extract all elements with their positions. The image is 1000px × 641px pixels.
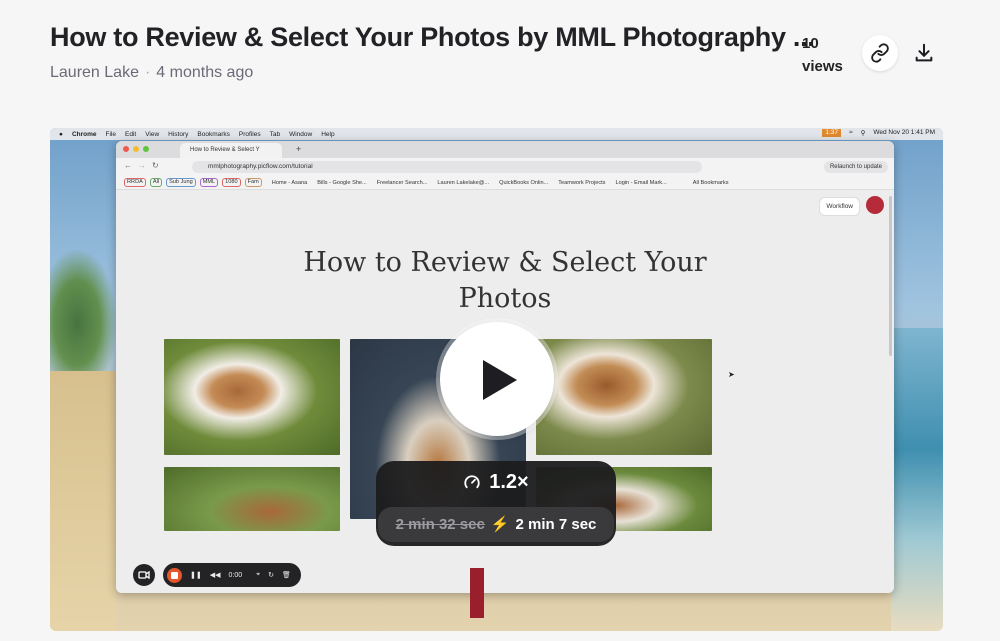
- menubar-item: Chrome: [71, 130, 97, 138]
- battery-indicator: 1:37: [822, 129, 841, 137]
- new-duration: 2 min 7 sec: [515, 516, 597, 533]
- avatar: [866, 196, 884, 214]
- stop-record-icon: [167, 567, 182, 583]
- views-number: 10: [802, 35, 819, 52]
- bookmark-item: Login - Email Mark...: [615, 179, 667, 186]
- menubar-item: History: [168, 130, 189, 138]
- address-bar: mmlphotography.picflow.com/tutorial: [192, 161, 702, 173]
- speed-rate: 1.2×: [489, 471, 529, 493]
- download-button[interactable]: [906, 35, 942, 71]
- reload-icon: ↻: [152, 161, 159, 170]
- pause-icon: ❚❚: [190, 572, 202, 579]
- mac-menubar: ● Chrome File Edit View History Bookmark…: [50, 128, 943, 140]
- browser-toolbar: ← → ↻ mmlphotography.picflow.com/tutoria…: [116, 158, 894, 176]
- bookmark-chip: 1080: [222, 178, 241, 187]
- camera-toggle-button: [133, 564, 155, 586]
- wifi-icon: ≈: [848, 129, 853, 136]
- download-icon: [915, 43, 933, 62]
- camera-icon: [138, 570, 150, 580]
- mouse-cursor-icon: ➤: [728, 370, 735, 379]
- posted-time: 4 months ago: [156, 64, 254, 81]
- bookmark-item: Freelancer Search...: [376, 179, 428, 186]
- page-scrollbar: [889, 196, 892, 356]
- menubar-item: File: [105, 130, 116, 138]
- video-title: How to Review & Select Your Photos by MM…: [50, 22, 815, 52]
- minimize-dot: [133, 146, 139, 152]
- time-saved: 2 min 32 sec ⚡ 2 min 7 sec: [378, 507, 614, 542]
- author-name[interactable]: Lauren Lake: [50, 64, 139, 81]
- recorder-controls: ❚❚ ◀◀ 0:00 ⌖ ↻ 🗑: [163, 563, 301, 587]
- dog-photo: [536, 339, 712, 455]
- close-dot: [123, 146, 129, 152]
- bookmark-item: QuickBooks Onlin...: [499, 179, 549, 186]
- forward-arrow-icon: →: [138, 161, 146, 170]
- recorder-time: 0:00: [228, 571, 243, 579]
- bookmark-item: Teamwork Projects: [558, 179, 606, 186]
- bolt-icon: ⚡: [490, 516, 510, 533]
- bookmark-item: Bills - Google She...: [317, 179, 367, 186]
- page-heading: How to Review & Select Your Photos: [303, 247, 707, 314]
- apple-icon: ●: [59, 130, 63, 138]
- bookmark-chip: Sub Jung: [166, 178, 196, 187]
- speedometer-icon: [464, 475, 480, 489]
- menubar-item: View: [145, 130, 160, 138]
- bookmark-item: Home - Asana: [271, 179, 308, 186]
- menubar-item: Profiles: [238, 130, 261, 138]
- maximize-dot: [143, 146, 149, 152]
- original-duration: 2 min 32 sec: [395, 516, 485, 533]
- back-arrow-icon: ←: [124, 161, 132, 170]
- view-count: 10 views: [802, 32, 843, 78]
- playback-speed-card[interactable]: 1.2× 2 min 32 sec ⚡ 2 min 7 sec: [376, 461, 616, 546]
- dog-photo: [164, 467, 340, 531]
- workflow-button: Workflow: [819, 197, 860, 216]
- meta-separator: ·: [144, 64, 151, 81]
- restart-icon: ↻: [268, 572, 274, 579]
- bookmark-chip: All: [149, 178, 163, 187]
- bookmark-item: Lauren Lakelake@...: [437, 179, 490, 186]
- copy-link-button[interactable]: [862, 35, 898, 71]
- link-icon: [871, 43, 889, 63]
- browser-tabbar: How to Review & Select Y +: [116, 141, 894, 158]
- play-icon: [483, 360, 517, 400]
- menubar-item: Tab: [269, 130, 281, 138]
- relaunch-button: Relaunch to update: [823, 161, 888, 173]
- red-tie-detail: [470, 568, 484, 618]
- bookmark-chip: RRDA: [124, 178, 146, 187]
- video-player[interactable]: ● Chrome File Edit View History Bookmark…: [50, 128, 943, 631]
- bookmark-chip: Fam: [244, 178, 262, 187]
- speed-row: 1.2×: [376, 471, 616, 494]
- menubar-item: Bookmarks: [197, 130, 230, 138]
- bookmarks-bar: RRDA All Sub Jung MML 1080 Fam Home - As…: [116, 176, 894, 190]
- new-tab-icon: +: [296, 144, 302, 154]
- trash-icon: 🗑: [281, 572, 291, 579]
- video-meta: Lauren Lake · 4 months ago: [50, 64, 253, 82]
- search-icon: ⚲: [860, 130, 866, 137]
- menubar-item: Help: [321, 130, 335, 138]
- views-label: views: [802, 58, 843, 75]
- bookmark-chip: MML: [199, 178, 219, 187]
- dog-photo: [164, 339, 340, 455]
- menubar-item: Edit: [124, 130, 137, 138]
- all-bookmarks: All Bookmarks: [692, 179, 729, 186]
- grid-icon: ⌖: [256, 571, 261, 578]
- ocean-background: [891, 328, 943, 631]
- window-controls: [123, 146, 149, 152]
- browser-tab: How to Review & Select Y: [180, 143, 282, 158]
- beach-background: [50, 371, 116, 631]
- rewind-icon: ◀◀: [209, 572, 221, 579]
- menubar-datetime: Wed Nov 20 1:41 PM: [873, 129, 935, 136]
- menubar-item: Window: [289, 130, 313, 138]
